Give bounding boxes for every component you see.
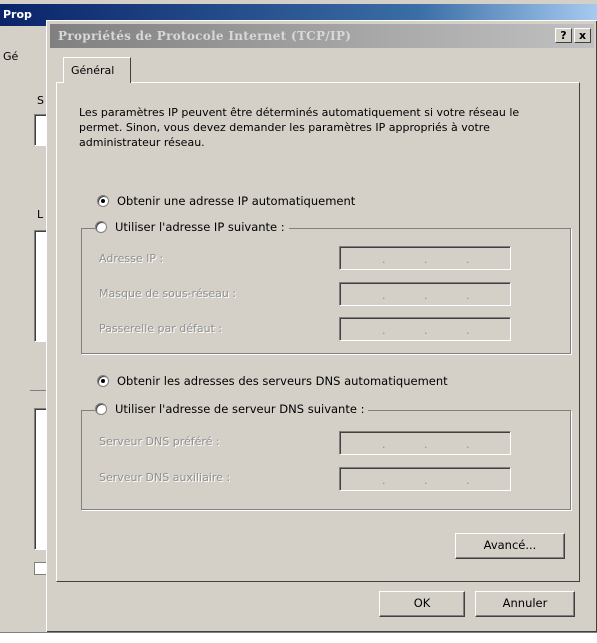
ok-button[interactable]: OK (379, 591, 465, 617)
background-tab-fragment[interactable]: Gé (3, 50, 18, 63)
alternate-dns-input[interactable]: ... (339, 467, 511, 491)
radio-ip-auto-label: Obtenir une adresse IP automatiquement (117, 194, 356, 208)
gateway-input[interactable]: ... (339, 317, 511, 341)
background-label-fragment: S (37, 94, 44, 107)
radio-dns-auto-indicator[interactable] (97, 375, 109, 387)
tab-general-label: Général (71, 64, 115, 77)
subnet-mask-input[interactable]: ... (339, 282, 511, 306)
advanced-button[interactable]: Avancé... (455, 533, 565, 559)
radio-ip-auto[interactable]: Obtenir une adresse IP automatiquement (97, 194, 360, 208)
preferred-dns-input[interactable]: ... (339, 431, 511, 455)
help-button[interactable]: ? (555, 28, 572, 43)
tab-general[interactable]: Général (63, 57, 131, 83)
preferred-dns-label: Serveur DNS préféré : (99, 435, 220, 448)
background-title: Prop (3, 8, 32, 21)
dialog-title: Propriétés de Protocole Internet (TCP/IP… (58, 29, 352, 43)
radio-dns-auto-label: Obtenir les adresses des serveurs DNS au… (117, 374, 448, 388)
radio-dns-auto[interactable]: Obtenir les adresses des serveurs DNS au… (97, 374, 452, 388)
radio-dns-manual-indicator[interactable] (95, 403, 107, 415)
background-label-fragment: L (37, 208, 44, 221)
radio-ip-manual-label: Utiliser l'adresse IP suivante : (115, 220, 285, 234)
ip-address-label: Adresse IP : (99, 252, 164, 265)
cancel-button[interactable]: Annuler (475, 591, 575, 617)
tcpip-properties-dialog: Propriétés de Protocole Internet (TCP/IP… (46, 20, 597, 632)
alternate-dns-label: Serveur DNS auxiliaire : (99, 471, 231, 484)
gateway-label: Passerelle par défaut : (99, 322, 223, 335)
dialog-title-bar[interactable]: Propriétés de Protocole Internet (TCP/IP… (50, 24, 594, 48)
radio-ip-manual-indicator[interactable] (95, 221, 107, 233)
background-divider (30, 390, 46, 391)
ip-address-input[interactable]: ... (339, 246, 511, 270)
radio-ip-auto-indicator[interactable] (97, 195, 109, 207)
radio-dns-manual-label: Utiliser l'adresse de serveur DNS suivan… (115, 402, 365, 416)
radio-ip-manual[interactable]: Utiliser l'adresse IP suivante : (95, 220, 289, 234)
intro-text: Les paramètres IP peuvent être déterminé… (79, 106, 520, 149)
radio-dns-manual[interactable]: Utiliser l'adresse de serveur DNS suivan… (95, 402, 369, 416)
close-button[interactable]: x (574, 28, 591, 43)
subnet-mask-label: Masque de sous-réseau : (99, 287, 237, 300)
dns-manual-group (81, 410, 571, 510)
